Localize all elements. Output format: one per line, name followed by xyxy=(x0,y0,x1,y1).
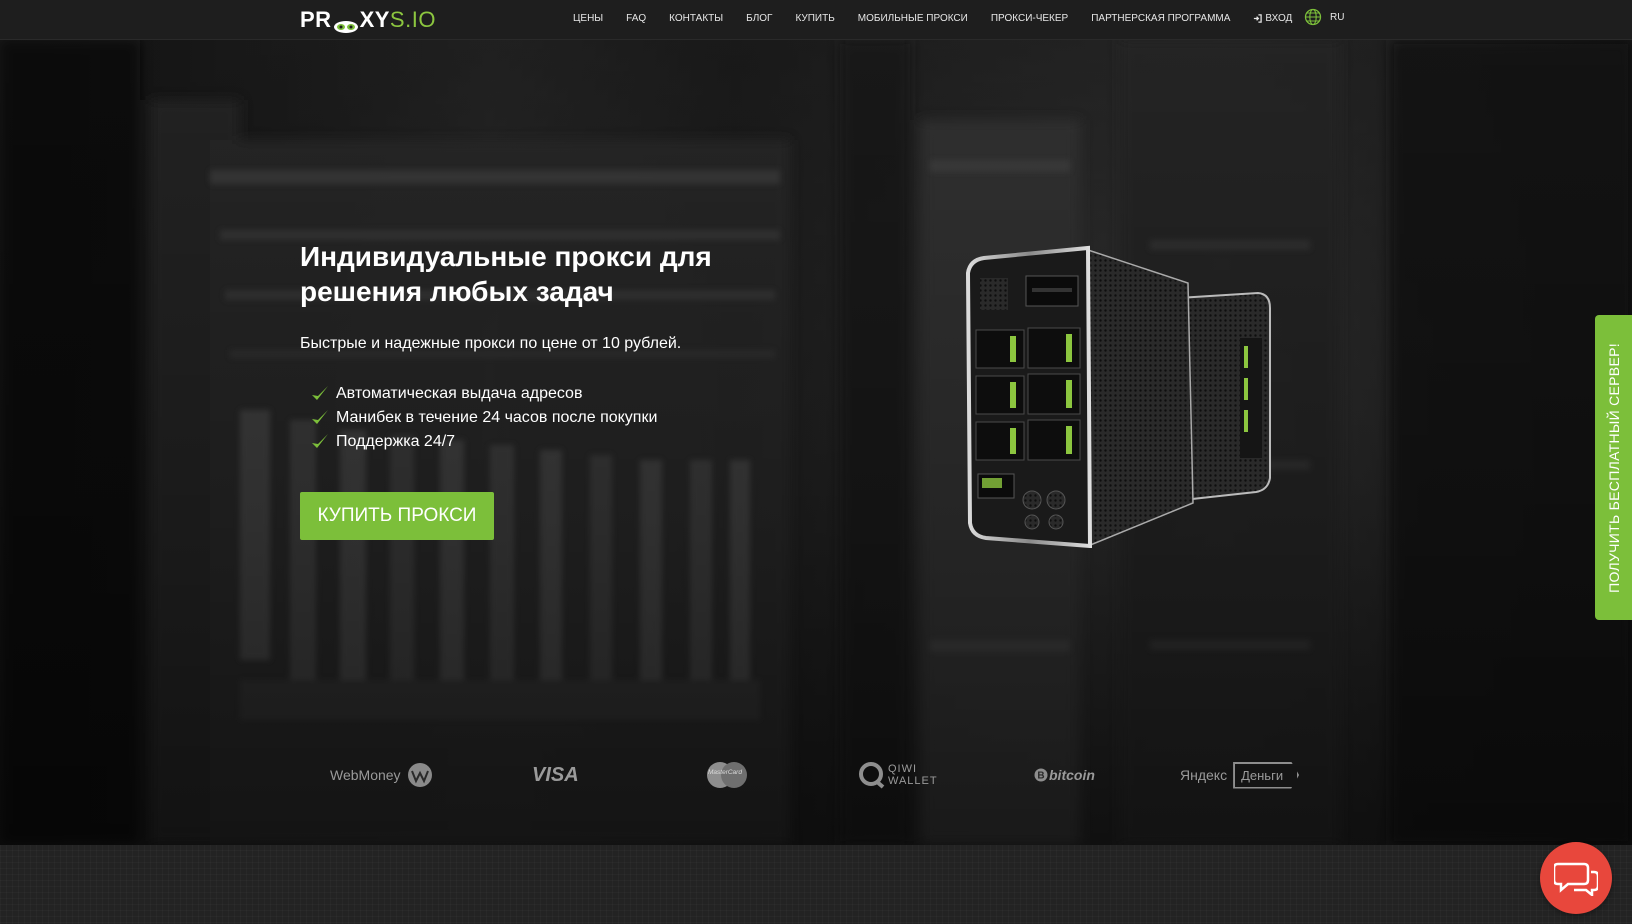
qiwi-wallet-logo: QIWI WALLET xyxy=(858,750,938,800)
feature-text: Манибек в течение 24 часов после покупки xyxy=(336,409,658,426)
webmoney-globe-icon xyxy=(407,763,432,787)
free-server-label: ПОЛУЧИТЬ БЕСПЛАТНЫЙ СЕРВЕР! xyxy=(1605,342,1622,593)
language-selector[interactable]: RU xyxy=(1304,8,1344,26)
globe-icon xyxy=(1304,8,1322,26)
nav-login[interactable]: ВХОД xyxy=(1253,13,1292,24)
webmoney-logo: WebMoney xyxy=(330,750,433,800)
mastercard-logo: MasterCard xyxy=(705,750,749,800)
feature-text: Поддержка 24/7 xyxy=(336,433,456,450)
yandex-money-logo: Яндекс Деньги xyxy=(1180,750,1300,800)
qiwi-icon xyxy=(859,762,885,789)
hero-subtitle: Быстрые и надежные прокси по цене от 10 … xyxy=(300,335,682,352)
feature-text: Автоматическая выдача адресов xyxy=(336,385,583,402)
list-item: Манибек в течение 24 часов после покупки xyxy=(310,406,657,430)
main-nav: ЦЕНЫ FAQ КОНТАКТЫ БЛОГ КУПИТЬ МОБИЛЬНЫЕ … xyxy=(573,0,1315,36)
footer-strip xyxy=(0,845,1632,924)
nav-partner-program[interactable]: ПАРТНЕРСКАЯ ПРОГРАММА xyxy=(1091,13,1230,24)
hero-title: Индивидуальные прокси для решения любых … xyxy=(300,241,712,307)
site-header: PR XY S.IO ЦЕНЫ FAQ КОНТАКТЫ БЛОГ КУПИТЬ… xyxy=(0,0,1632,40)
bitcoin-logo: B bitcoin xyxy=(1034,750,1095,800)
hero-section: Индивидуальные прокси для решения любых … xyxy=(0,40,1632,845)
nav-buy[interactable]: КУПИТЬ xyxy=(795,13,834,24)
server-illustration xyxy=(965,245,1271,548)
nav-proxy-checker[interactable]: ПРОКСИ-ЧЕКЕР xyxy=(991,13,1068,24)
checkmark-icon xyxy=(312,434,328,448)
visa-logo: VISA xyxy=(532,763,579,786)
feature-list: Автоматическая выдача адресов Манибек в … xyxy=(310,382,657,454)
yandex-money-badge: Деньги xyxy=(1233,761,1300,789)
bitcoin-icon: B xyxy=(1034,768,1048,782)
language-label: RU xyxy=(1330,11,1345,23)
nav-prices[interactable]: ЦЕНЫ xyxy=(573,13,603,24)
nav-contacts[interactable]: КОНТАКТЫ xyxy=(669,13,723,24)
nav-mobile-proxy[interactable]: МОБИЛЬНЫЕ ПРОКСИ xyxy=(858,13,968,24)
sign-in-icon xyxy=(1254,13,1263,23)
payment-methods: WebMoney VISA MasterCard QIWI WALLET B b… xyxy=(300,750,1300,800)
svg-text:B: B xyxy=(1037,771,1044,782)
nav-login-label: ВХОД xyxy=(1265,12,1293,24)
buy-proxy-button[interactable]: КУПИТЬ ПРОКСИ xyxy=(300,492,494,540)
list-item: Автоматическая выдача адресов xyxy=(310,382,657,406)
list-item: Поддержка 24/7 xyxy=(310,430,657,454)
nav-blog[interactable]: БЛОГ xyxy=(746,13,772,24)
free-server-tab[interactable]: ПОЛУЧИТЬ БЕСПЛАТНЫЙ СЕРВЕР! xyxy=(1595,315,1632,620)
checkmark-icon xyxy=(312,410,328,424)
logo[interactable]: PR XY S.IO xyxy=(300,6,436,34)
checkmark-icon xyxy=(312,386,328,400)
chat-bubbles-icon xyxy=(1554,862,1598,896)
hero-overlay xyxy=(0,40,1632,845)
nav-faq[interactable]: FAQ xyxy=(626,13,646,24)
mask-logo-icon xyxy=(333,13,359,33)
chat-button[interactable] xyxy=(1540,842,1612,914)
